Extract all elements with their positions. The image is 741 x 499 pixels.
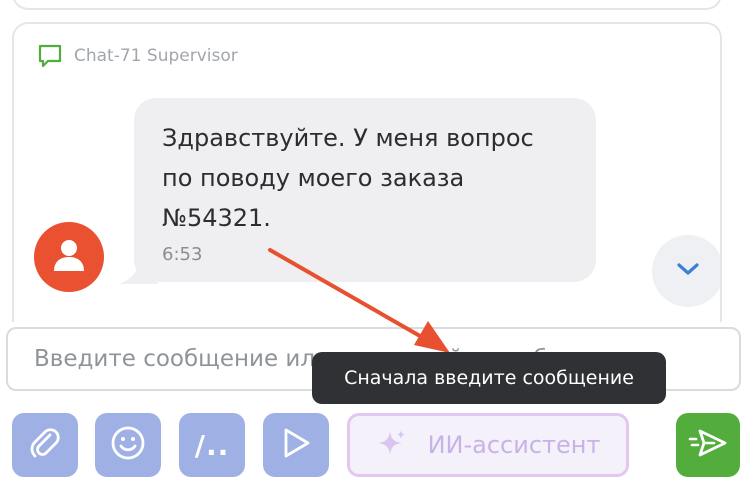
attach-button[interactable]	[12, 413, 78, 477]
message-text: Здравствуйте. У меня вопрос по поводу мо…	[162, 124, 534, 232]
chevron-down-icon	[675, 261, 701, 281]
user-icon	[52, 237, 86, 277]
chat-title: Chat-71 Supervisor	[74, 46, 238, 66]
templates-button[interactable]: /..	[179, 413, 245, 477]
templates-label: /..	[194, 428, 230, 462]
previous-card	[12, 0, 722, 10]
emoji-button[interactable]	[95, 413, 161, 477]
chat-card: Chat-71 Supervisor Здравствуйте. У меня …	[12, 22, 722, 322]
ai-assistant-button[interactable]: ИИ-ассистент	[347, 413, 629, 477]
chat-widget: Chat-71 Supervisor Здравствуйте. У меня …	[0, 0, 741, 499]
scroll-down-button[interactable]	[652, 235, 720, 307]
message-time: 6:53	[162, 244, 203, 265]
chat-bubble-icon	[36, 42, 64, 70]
smile-icon	[110, 425, 146, 465]
message-bubble: Здравствуйте. У меня вопрос по поводу мо…	[134, 98, 596, 282]
play-button[interactable]	[263, 413, 329, 477]
tooltip: Сначала введите сообщение	[312, 352, 666, 404]
send-icon	[688, 426, 728, 464]
send-button[interactable]	[676, 413, 740, 477]
sparkle-icon	[376, 427, 408, 463]
paperclip-icon	[28, 426, 62, 464]
chat-header: Chat-71 Supervisor	[36, 42, 238, 70]
avatar	[34, 222, 104, 292]
ai-assistant-label: ИИ-ассистент	[427, 431, 601, 459]
play-icon	[280, 426, 312, 464]
